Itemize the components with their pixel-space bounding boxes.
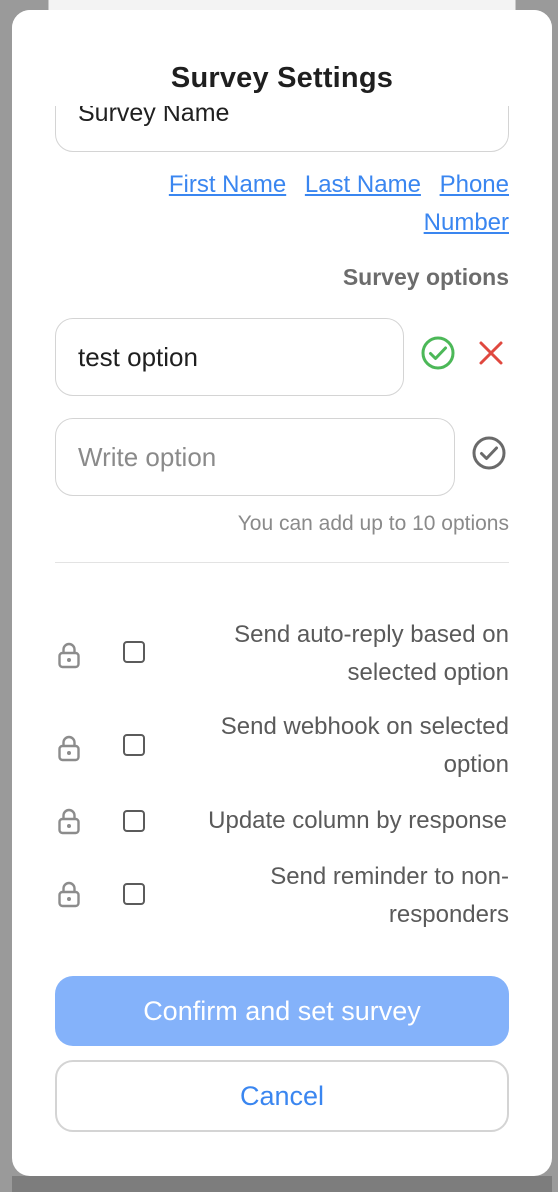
setting-auto-reply: Send auto-reply based on selected option — [55, 614, 509, 694]
update-column-label: Update column by response — [208, 807, 507, 834]
close-icon[interactable] — [478, 340, 504, 371]
lock-icon — [57, 807, 81, 840]
reminder-label: Send reminder to non- responders — [270, 863, 509, 928]
lock-icon — [57, 734, 81, 767]
variable-phone-number-link[interactable]: Phone Number — [424, 171, 509, 236]
update-column-checkbox[interactable] — [123, 810, 145, 832]
variable-links: First Name Last Name Phone Number — [129, 166, 509, 242]
setting-update-column: Update column by response — [55, 802, 509, 842]
webhook-checkbox[interactable] — [123, 734, 145, 756]
modal-title: Survey Settings — [170, 62, 394, 94]
variable-first-name-link[interactable]: First Name — [169, 171, 286, 198]
lock-icon — [57, 641, 81, 674]
setting-webhook: Send webhook on selected option — [55, 708, 509, 788]
auto-reply-checkbox[interactable] — [123, 641, 145, 663]
new-option-field[interactable] — [55, 418, 455, 496]
setting-reminder: Send reminder to non- responders — [55, 858, 509, 938]
check-circle-icon[interactable] — [420, 335, 456, 376]
variable-last-name-link[interactable]: Last Name — [305, 171, 421, 198]
new-option-input[interactable] — [78, 441, 454, 473]
webhook-label: Send webhook on selected option — [220, 713, 509, 778]
cancel-button[interactable]: Cancel — [55, 1060, 509, 1132]
option-input-test-option[interactable]: test option — [55, 318, 404, 396]
check-circle-icon[interactable] — [471, 435, 507, 476]
option-value: test option — [78, 341, 198, 372]
reminder-checkbox[interactable] — [123, 883, 145, 905]
auto-reply-label: Send auto-reply based on selected option — [234, 621, 509, 686]
survey-settings-modal: Survey Name Survey Settings First Name L… — [12, 10, 552, 1176]
confirm-survey-button[interactable]: Confirm and set survey — [55, 976, 509, 1046]
section-divider — [55, 562, 509, 563]
background-footer — [12, 1176, 552, 1192]
options-limit-hint: You can add up to 10 options — [237, 512, 509, 535]
survey-options-heading: Survey options — [342, 264, 509, 290]
lock-icon — [57, 880, 81, 913]
